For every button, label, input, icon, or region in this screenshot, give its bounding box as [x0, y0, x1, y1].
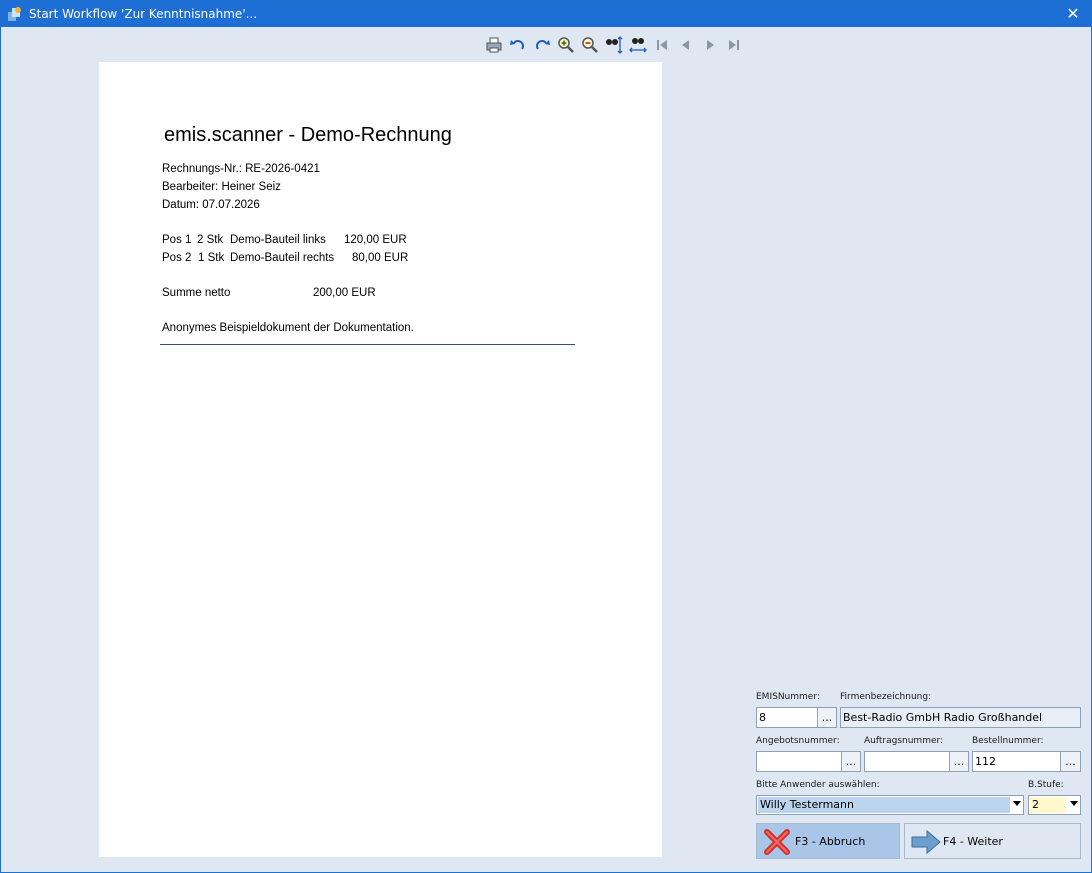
first-page-icon[interactable] [651, 34, 671, 54]
user-select-label: Bitte Anwender auswählen: [756, 780, 880, 790]
document-footer: Anonymes Beispieldokument der Dokumentat… [162, 322, 414, 334]
offer-lookup-button[interactable]: ... [841, 751, 861, 772]
invoice-number: Rechnungs-Nr.: RE-2026-0421 [162, 163, 320, 175]
rotate-left-icon[interactable] [507, 34, 527, 54]
zoom-in-icon[interactable] [555, 34, 575, 54]
window-title: Start Workflow 'Zur Kenntnisnahme'... [29, 7, 258, 21]
next-page-icon[interactable] [699, 34, 719, 54]
position-quantity: 2 Stk [197, 234, 224, 246]
stage-select-value: 2 [1030, 797, 1066, 813]
emis-number-field[interactable]: 8 [756, 707, 818, 728]
position-item: Demo-Bauteil rechts [230, 252, 335, 264]
print-icon[interactable] [483, 34, 503, 54]
order-number-field[interactable] [864, 751, 950, 772]
user-select[interactable]: Willy Testermann [756, 795, 1024, 815]
app-icon [8, 7, 21, 21]
fit-height-icon[interactable] [603, 34, 623, 54]
position-number: Pos 2 [162, 252, 192, 264]
position-number: Pos 1 [162, 234, 192, 246]
stage-select[interactable]: 2 [1028, 795, 1081, 815]
purchase-number-label: Bestellnummer: [972, 736, 1044, 746]
position-item: Demo-Bauteil links [230, 234, 326, 246]
document-preview[interactable]: emis.scanner - Demo-Rechnung Rechnungs-N… [99, 62, 662, 857]
fit-width-icon[interactable] [627, 34, 647, 54]
order-lookup-button[interactable]: ... [949, 751, 969, 772]
cancel-button[interactable]: F3 - Abbruch [756, 823, 900, 859]
stage-label: B.Stufe: [1028, 780, 1064, 790]
previous-page-icon[interactable] [675, 34, 695, 54]
sum-value: 200,00 EUR [313, 287, 376, 299]
purchase-lookup-button[interactable]: ... [1060, 751, 1081, 772]
position-price: 120,00 EUR [344, 234, 407, 246]
firm-name-field[interactable]: Best-Radio GmbH Radio Großhandel [840, 707, 1081, 728]
workflow-window: Start Workflow 'Zur Kenntnisnahme'... ✕ [0, 0, 1092, 873]
offer-number-label: Angebotsnummer: [756, 736, 840, 746]
document-heading: emis.scanner - Demo-Rechnung [164, 124, 452, 146]
last-page-icon[interactable] [723, 34, 743, 54]
offer-number-field[interactable] [756, 751, 842, 772]
title-bar: Start Workflow 'Zur Kenntnisnahme'... ✕ [1, 1, 1091, 27]
emis-number-label: EMISNummer: [756, 692, 820, 702]
chevron-down-icon[interactable] [1013, 801, 1021, 806]
zoom-out-icon[interactable] [579, 34, 599, 54]
position-price: 80,00 EUR [352, 252, 409, 264]
next-button-label: F4 - Weiter [943, 835, 1003, 848]
purchase-number-field[interactable]: 112 [972, 751, 1061, 772]
date-line: Datum: 07.07.2026 [162, 199, 260, 211]
document-divider [160, 344, 575, 345]
order-number-label: Auftragsnummer: [864, 736, 944, 746]
next-button[interactable]: F4 - Weiter [904, 823, 1081, 859]
user-select-value: Willy Testermann [758, 797, 1010, 813]
rotate-right-icon[interactable] [531, 34, 551, 54]
close-icon[interactable]: ✕ [1063, 4, 1083, 24]
position-quantity: 1 Stk [198, 252, 225, 264]
cancel-x-icon [764, 829, 790, 855]
sum-label: Summe netto [162, 287, 231, 299]
firm-name-label: Firmenbezeichnung: [840, 692, 932, 702]
cancel-button-label: F3 - Abbruch [795, 835, 866, 848]
editor-line: Bearbeiter: Heiner Seiz [162, 181, 281, 193]
chevron-down-icon[interactable] [1070, 801, 1078, 806]
emis-lookup-button[interactable]: ... [817, 707, 837, 728]
arrow-right-icon [911, 829, 941, 855]
